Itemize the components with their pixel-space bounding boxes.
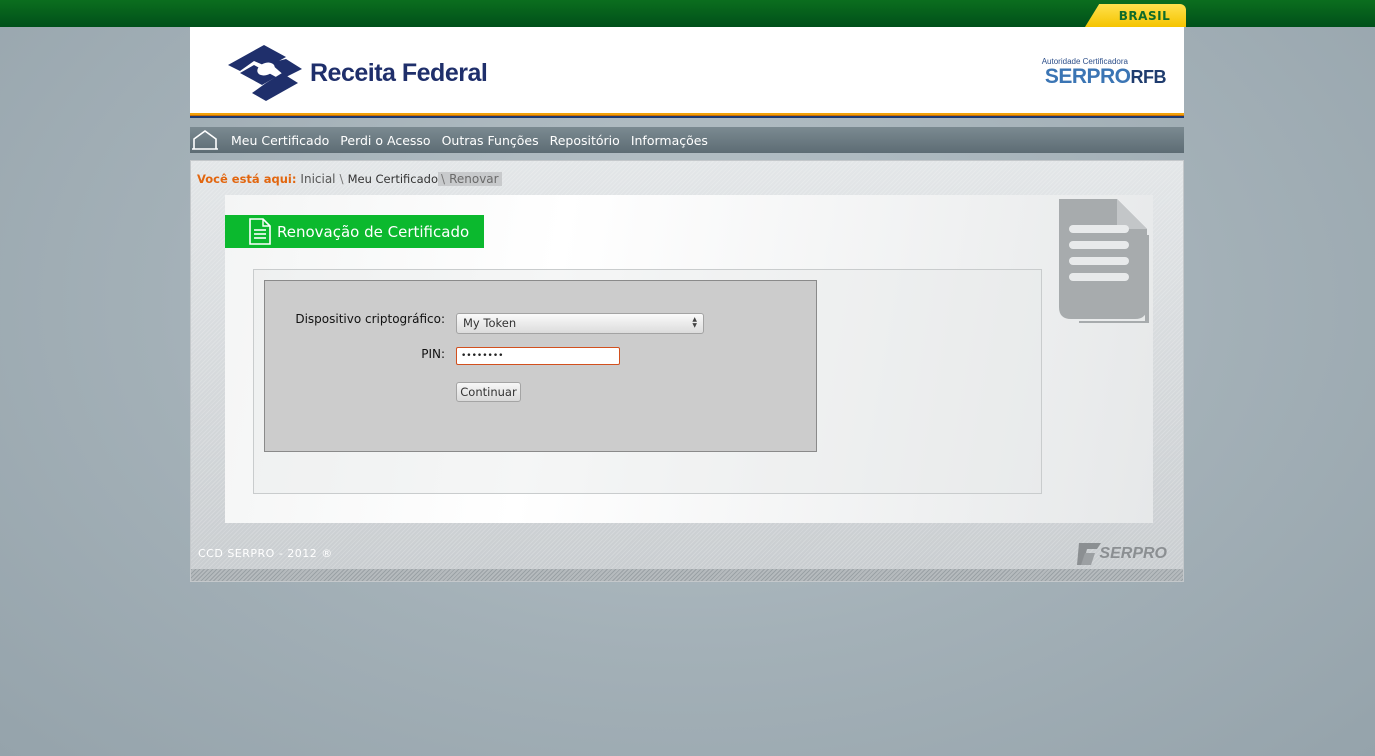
breadcrumb-current: \ Renovar [438,171,502,186]
device-select-value: My Token [463,316,517,330]
document-icon [249,217,271,245]
nav-meu-certificado[interactable]: Meu Certificado [231,133,329,148]
continue-button[interactable]: Continuar [456,382,521,402]
home-icon[interactable] [190,127,220,153]
nav-perdi-o-acesso[interactable]: Perdi o Acesso [340,133,430,148]
brasil-link[interactable]: BRASIL [1085,4,1186,27]
receita-federal-logo-text: Receita Federal [310,58,488,87]
main-navigation: Meu Certificado Perdi o Acesso Outras Fu… [190,127,1184,153]
serpro-rfb-logo: Autoridade Certificadora SERPRORFB [1042,57,1167,88]
nav-repositorio[interactable]: Repositório [550,133,620,148]
content-panel: Renovação de Certificado Dispositivo cri… [225,195,1153,523]
breadcrumb-separator: \ [441,171,446,186]
select-arrows-icon: ▲ ▼ [692,316,697,329]
breadcrumb-separator: \ [339,171,344,186]
nav-informacoes[interactable]: Informações [631,133,708,148]
serpro-logo-rfb: RFB [1130,67,1167,87]
page-title: Renovação de Certificado [277,222,470,241]
footer-serpro-text: SERPRO [1099,545,1167,562]
device-label: Dispositivo criptográfico: [295,312,445,326]
top-government-bar: BRASIL [0,0,1375,27]
footer-serpro-logo: SERPRO [1075,541,1167,567]
serpro-logo-serpro: SERPRO [1044,65,1131,88]
document-watermark-icon [1059,199,1149,323]
main-content-frame: Você está aqui: Inicial \ Meu Certificad… [190,160,1184,582]
nav-outras-funcoes[interactable]: Outras Funções [442,133,539,148]
device-select[interactable]: My Token ▲ ▼ [456,313,704,334]
page-title-bar: Renovação de Certificado [225,215,484,248]
breadcrumb-renovar: Renovar [449,171,499,186]
footer-strip [191,569,1183,581]
header-stripes [190,113,1184,118]
pin-label: PIN: [421,347,445,361]
receita-federal-logo[interactable]: Receita Federal [226,43,488,103]
breadcrumb-inicial[interactable]: Inicial [300,172,335,186]
receita-federal-logo-icon [228,45,302,101]
renewal-form: Dispositivo criptográfico: My Token ▲ ▼ P… [264,280,817,452]
serpro-logo-text: SERPRORFB [1042,65,1167,88]
site-header: Receita Federal Autoridade Certificadora… [190,27,1184,113]
breadcrumb-meu-certificado[interactable]: Meu Certificado [348,172,438,186]
form-container: Dispositivo criptográfico: My Token ▲ ▼ P… [253,269,1042,494]
footer-copyright: CCD SERPRO - 2012 ® [198,547,333,560]
breadcrumb: Você está aqui: Inicial \ Meu Certificad… [197,171,502,186]
pin-input[interactable]: •••••••• [456,347,620,365]
breadcrumb-label: Você está aqui: [197,171,297,186]
